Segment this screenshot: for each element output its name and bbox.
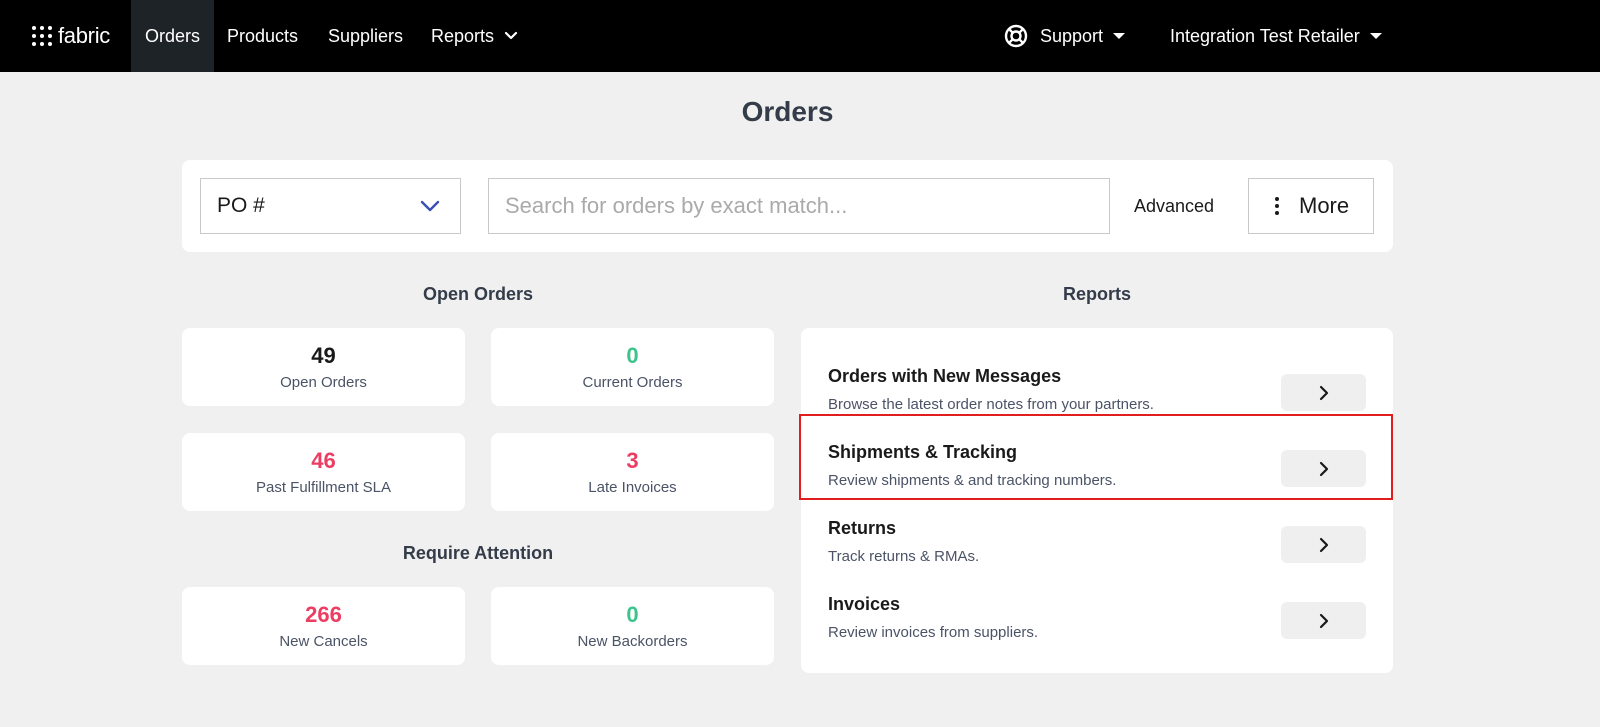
search-field-select[interactable]: PO # [200, 178, 461, 234]
stat-card-late-invoices[interactable]: 3 Late Invoices [491, 433, 774, 511]
support-menu[interactable]: Support [1004, 22, 1126, 50]
report-title: Orders with New Messages [828, 366, 1062, 386]
chevron-right-icon [1319, 385, 1328, 400]
nav-item-suppliers[interactable]: Suppliers [328, 0, 403, 72]
caret-down-icon [1113, 33, 1126, 39]
advanced-search-link[interactable]: Advanced [1134, 178, 1214, 234]
stat-label: Current Orders [582, 374, 683, 391]
report-row-orders-with-new-messages: Orders with New Messages Browse the late… [801, 356, 1393, 432]
chevron-right-icon [1319, 461, 1328, 476]
stat-card-open-orders[interactable]: 49 Open Orders [182, 328, 465, 406]
report-description: Review shipments & and tracking numbers. [828, 472, 1117, 489]
chevron-down-icon [420, 200, 440, 212]
nav-item-label: Products [227, 25, 299, 46]
stat-label: Open Orders [280, 374, 367, 391]
nav-item-products[interactable]: Products [227, 0, 298, 72]
report-description: Browse the latest order notes from your … [828, 396, 1154, 413]
open-report-button[interactable] [1281, 526, 1366, 563]
report-row-returns: Returns Track returns & RMAs. [801, 508, 1393, 584]
search-field-select-value: PO # [217, 194, 265, 217]
account-menu[interactable]: Integration Test Retailer [1170, 22, 1382, 50]
stat-card-past-fulfillment-sla[interactable]: 46 Past Fulfillment SLA [182, 433, 465, 511]
chevron-right-icon [1319, 613, 1328, 628]
report-title: Returns [828, 518, 897, 538]
report-row-shipments-tracking: Shipments & Tracking Review shipments & … [801, 432, 1393, 508]
report-description: Review invoices from suppliers. [828, 624, 1039, 641]
search-input[interactable] [488, 178, 1110, 234]
stat-value: 3 [626, 448, 639, 473]
stat-value: 49 [311, 343, 336, 368]
open-report-button[interactable] [1281, 602, 1366, 639]
chevron-right-icon [1319, 537, 1328, 552]
account-label: Integration Test Retailer [1170, 25, 1360, 46]
stat-card-new-backorders[interactable]: 0 New Backorders [491, 587, 774, 665]
stat-value: 0 [626, 343, 639, 368]
lifebuoy-icon [1004, 24, 1028, 48]
report-title: Invoices [828, 594, 901, 614]
report-description: Track returns & RMAs. [828, 548, 980, 565]
nav-item-label: Suppliers [328, 25, 404, 46]
report-title: Shipments & Tracking [828, 442, 1018, 462]
fabric-logo[interactable]: fabric [32, 22, 110, 50]
stat-value: 46 [311, 448, 336, 473]
page-title: Orders [741, 96, 834, 127]
reports-panel: Orders with New Messages Browse the late… [801, 328, 1393, 673]
more-button-label: More [1299, 193, 1350, 218]
open-report-button[interactable] [1281, 374, 1366, 411]
caret-down-icon [1369, 33, 1382, 39]
nav-item-label: Orders [144, 25, 200, 46]
support-label: Support [1040, 25, 1104, 46]
open-report-button[interactable] [1281, 450, 1366, 487]
top-nav-bar: fabric Orders Products Suppliers Reports… [0, 0, 1600, 72]
reports-heading: Reports [1062, 284, 1131, 304]
stat-value: 0 [626, 602, 639, 627]
stat-label: New Backorders [577, 633, 688, 650]
require-attention-heading: Require Attention [402, 543, 554, 563]
kebab-menu-icon [1275, 197, 1279, 215]
grid-dots-icon [32, 26, 52, 46]
more-button[interactable]: More [1248, 178, 1374, 234]
stat-card-current-orders[interactable]: 0 Current Orders [491, 328, 774, 406]
logo-text: fabric [58, 23, 110, 48]
search-panel: PO # Advanced More [182, 160, 1393, 252]
open-orders-heading: Open Orders [422, 284, 534, 304]
stat-label: New Cancels [279, 633, 368, 650]
stat-card-new-cancels[interactable]: 266 New Cancels [182, 587, 465, 665]
nav-item-reports[interactable]: Reports [431, 0, 518, 72]
stat-label: Late Invoices [588, 479, 677, 496]
nav-item-orders[interactable]: Orders [131, 0, 214, 72]
stat-value: 266 [305, 602, 342, 627]
stat-label: Past Fulfillment SLA [255, 479, 392, 496]
chevron-down-icon [504, 31, 518, 40]
nav-item-label: Reports [431, 25, 495, 46]
report-row-invoices: Invoices Review invoices from suppliers. [801, 584, 1393, 660]
